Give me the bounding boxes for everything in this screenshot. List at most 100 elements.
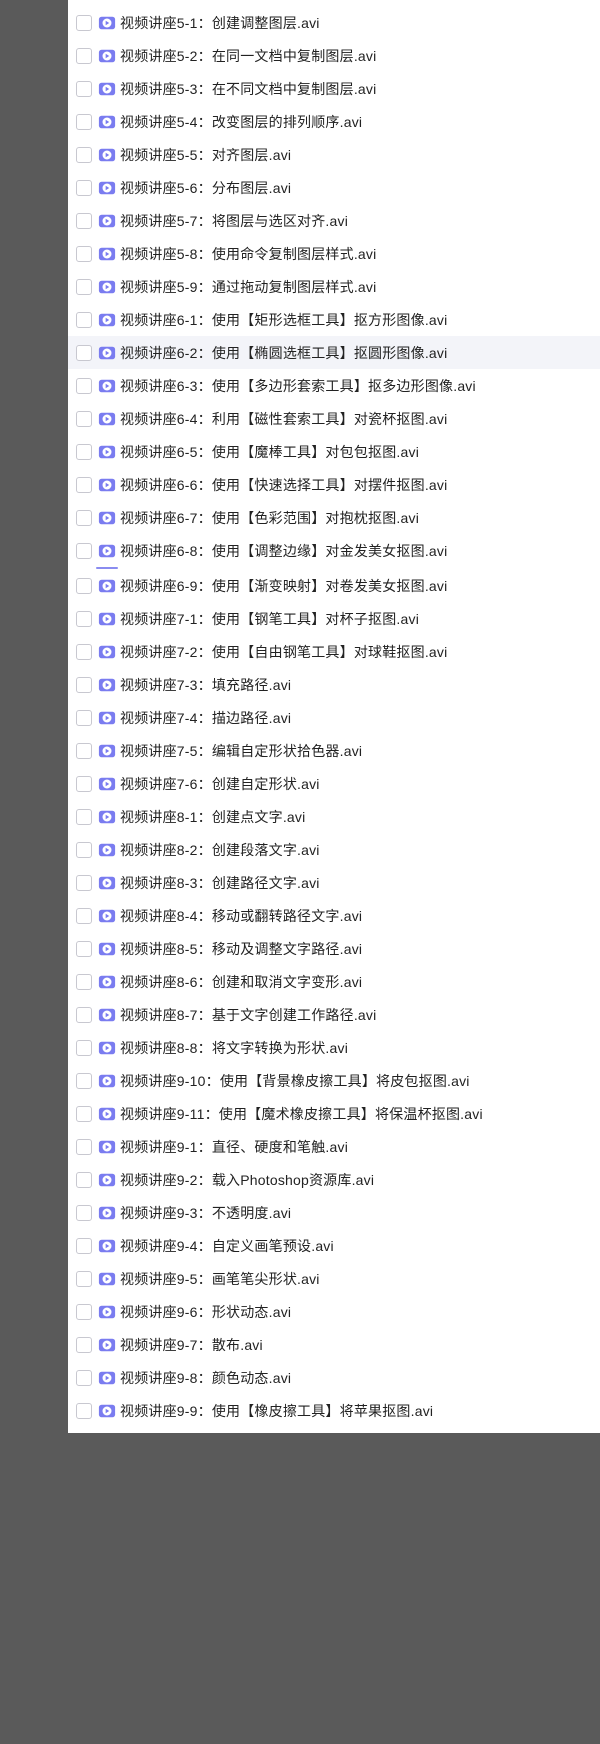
file-row[interactable]: 视频讲座5-7：将图层与选区对齐.avi bbox=[68, 204, 600, 237]
video-file-icon bbox=[98, 973, 116, 991]
checkbox[interactable] bbox=[76, 543, 92, 559]
checkbox[interactable] bbox=[76, 147, 92, 163]
checkbox[interactable] bbox=[76, 1337, 92, 1353]
checkbox[interactable] bbox=[76, 213, 92, 229]
file-row[interactable]: 视频讲座9-7：散布.avi bbox=[68, 1328, 600, 1361]
file-row[interactable]: 视频讲座8-4：移动或翻转路径文字.avi bbox=[68, 899, 600, 932]
checkbox[interactable] bbox=[76, 1403, 92, 1419]
file-row[interactable]: 视频讲座6-4：利用【磁性套索工具】对瓷杯抠图.avi bbox=[68, 402, 600, 435]
checkbox[interactable] bbox=[76, 1271, 92, 1287]
file-row[interactable]: 视频讲座8-8：将文字转换为形状.avi bbox=[68, 1031, 600, 1064]
file-row[interactable]: 视频讲座8-1：创建点文字.avi bbox=[68, 800, 600, 833]
checkbox[interactable] bbox=[76, 1139, 92, 1155]
video-file-icon bbox=[98, 742, 116, 760]
checkbox[interactable] bbox=[76, 710, 92, 726]
file-row[interactable]: 视频讲座9-4：自定义画笔预设.avi bbox=[68, 1229, 600, 1262]
checkbox[interactable] bbox=[76, 1370, 92, 1386]
file-row[interactable]: 视频讲座7-6：创建自定形状.avi bbox=[68, 767, 600, 800]
checkbox[interactable] bbox=[76, 1007, 92, 1023]
checkbox[interactable] bbox=[76, 875, 92, 891]
file-name: 视频讲座7-5：编辑自定形状拾色器.avi bbox=[120, 741, 362, 761]
file-row[interactable]: 视频讲座5-3：在不同文档中复制图层.avi bbox=[68, 72, 600, 105]
file-row[interactable]: 视频讲座9-6：形状动态.avi bbox=[68, 1295, 600, 1328]
file-row[interactable]: 视频讲座5-5：对齐图层.avi bbox=[68, 138, 600, 171]
video-file-icon bbox=[98, 808, 116, 826]
file-row[interactable]: 视频讲座5-8：使用命令复制图层样式.avi bbox=[68, 237, 600, 270]
checkbox[interactable] bbox=[76, 1205, 92, 1221]
file-row[interactable]: 视频讲座8-3：创建路径文字.avi bbox=[68, 866, 600, 899]
checkbox[interactable] bbox=[76, 842, 92, 858]
video-file-icon bbox=[98, 1204, 116, 1222]
checkbox[interactable] bbox=[76, 578, 92, 594]
checkbox[interactable] bbox=[76, 1172, 92, 1188]
checkbox[interactable] bbox=[76, 644, 92, 660]
checkbox[interactable] bbox=[76, 81, 92, 97]
checkbox[interactable] bbox=[76, 114, 92, 130]
file-row[interactable]: 视频讲座9-8：颜色动态.avi bbox=[68, 1361, 600, 1394]
file-name: 视频讲座7-4：描边路径.avi bbox=[120, 708, 291, 728]
checkbox[interactable] bbox=[76, 15, 92, 31]
file-row[interactable]: 视频讲座5-2：在同一文档中复制图层.avi bbox=[68, 39, 600, 72]
file-name: 视频讲座9-9：使用【橡皮擦工具】将苹果抠图.avi bbox=[120, 1401, 433, 1421]
checkbox[interactable] bbox=[76, 1304, 92, 1320]
checkbox[interactable] bbox=[76, 48, 92, 64]
video-file-icon bbox=[98, 311, 116, 329]
file-row[interactable]: 视频讲座9-5：画笔笔尖形状.avi bbox=[68, 1262, 600, 1295]
checkbox[interactable] bbox=[76, 180, 92, 196]
file-row[interactable]: 视频讲座6-5：使用【魔棒工具】对包包抠图.avi bbox=[68, 435, 600, 468]
checkbox[interactable] bbox=[76, 776, 92, 792]
checkbox[interactable] bbox=[76, 411, 92, 427]
checkbox[interactable] bbox=[76, 312, 92, 328]
checkbox[interactable] bbox=[76, 510, 92, 526]
file-row[interactable]: 视频讲座9-10：使用【背景橡皮擦工具】将皮包抠图.avi bbox=[68, 1064, 600, 1097]
file-row[interactable]: 视频讲座6-2：使用【椭圆选框工具】抠圆形图像.avi bbox=[68, 336, 600, 369]
file-row[interactable]: 视频讲座6-1：使用【矩形选框工具】抠方形图像.avi bbox=[68, 303, 600, 336]
checkbox[interactable] bbox=[76, 941, 92, 957]
file-row[interactable]: 视频讲座8-2：创建段落文字.avi bbox=[68, 833, 600, 866]
checkbox[interactable] bbox=[76, 677, 92, 693]
checkbox[interactable] bbox=[76, 1238, 92, 1254]
file-row[interactable]: 视频讲座6-3：使用【多边形套索工具】抠多边形图像.avi bbox=[68, 369, 600, 402]
file-row[interactable]: 视频讲座7-4：描边路径.avi bbox=[68, 701, 600, 734]
checkbox[interactable] bbox=[76, 279, 92, 295]
video-file-icon bbox=[98, 1237, 116, 1255]
checkbox[interactable] bbox=[76, 444, 92, 460]
file-row[interactable]: 视频讲座9-11：使用【魔术橡皮擦工具】将保温杯抠图.avi bbox=[68, 1097, 600, 1130]
file-row[interactable]: 视频讲座5-1：创建调整图层.avi bbox=[68, 6, 600, 39]
file-name: 视频讲座9-3：不透明度.avi bbox=[120, 1203, 291, 1223]
checkbox[interactable] bbox=[76, 1040, 92, 1056]
file-row[interactable]: 视频讲座6-9：使用【渐变映射】对卷发美女抠图.avi bbox=[68, 569, 600, 602]
checkbox[interactable] bbox=[76, 974, 92, 990]
checkbox[interactable] bbox=[76, 477, 92, 493]
checkbox[interactable] bbox=[76, 611, 92, 627]
file-name: 视频讲座6-5：使用【魔棒工具】对包包抠图.avi bbox=[120, 442, 419, 462]
file-row[interactable]: 视频讲座7-3：填充路径.avi bbox=[68, 668, 600, 701]
file-row[interactable]: 视频讲座7-5：编辑自定形状拾色器.avi bbox=[68, 734, 600, 767]
file-row[interactable]: 视频讲座9-1：直径、硬度和笔触.avi bbox=[68, 1130, 600, 1163]
file-row[interactable]: 视频讲座5-9：通过拖动复制图层样式.avi bbox=[68, 270, 600, 303]
file-row[interactable]: 视频讲座6-6：使用【快速选择工具】对摆件抠图.avi bbox=[68, 468, 600, 501]
checkbox[interactable] bbox=[76, 378, 92, 394]
file-row[interactable]: 视频讲座9-3：不透明度.avi bbox=[68, 1196, 600, 1229]
file-row[interactable]: 视频讲座8-7：基于文字创建工作路径.avi bbox=[68, 998, 600, 1031]
video-file-icon bbox=[98, 874, 116, 892]
file-name: 视频讲座5-4：改变图层的排列顺序.avi bbox=[120, 112, 362, 132]
file-row[interactable]: 视频讲座5-4：改变图层的排列顺序.avi bbox=[68, 105, 600, 138]
file-row[interactable]: 视频讲座7-1：使用【钢笔工具】对杯子抠图.avi bbox=[68, 602, 600, 635]
file-row[interactable]: 视频讲座6-7：使用【色彩范围】对抱枕抠图.avi bbox=[68, 501, 600, 534]
checkbox[interactable] bbox=[76, 1106, 92, 1122]
checkbox[interactable] bbox=[76, 908, 92, 924]
file-row[interactable]: 视频讲座7-2：使用【自由钢笔工具】对球鞋抠图.avi bbox=[68, 635, 600, 668]
checkbox[interactable] bbox=[76, 743, 92, 759]
file-row[interactable]: 视频讲座5-6：分布图层.avi bbox=[68, 171, 600, 204]
checkbox[interactable] bbox=[76, 246, 92, 262]
file-row[interactable]: 视频讲座8-6：创建和取消文字变形.avi bbox=[68, 965, 600, 998]
file-row[interactable]: 视频讲座6-8：使用【调整边缘】对金发美女抠图.avi bbox=[68, 534, 600, 567]
file-name: 视频讲座8-4：移动或翻转路径文字.avi bbox=[120, 906, 362, 926]
file-row[interactable]: 视频讲座9-9：使用【橡皮擦工具】将苹果抠图.avi bbox=[68, 1394, 600, 1427]
checkbox[interactable] bbox=[76, 345, 92, 361]
checkbox[interactable] bbox=[76, 1073, 92, 1089]
file-row[interactable]: 视频讲座8-5：移动及调整文字路径.avi bbox=[68, 932, 600, 965]
checkbox[interactable] bbox=[76, 809, 92, 825]
file-row[interactable]: 视频讲座9-2：载入Photoshop资源库.avi bbox=[68, 1163, 600, 1196]
